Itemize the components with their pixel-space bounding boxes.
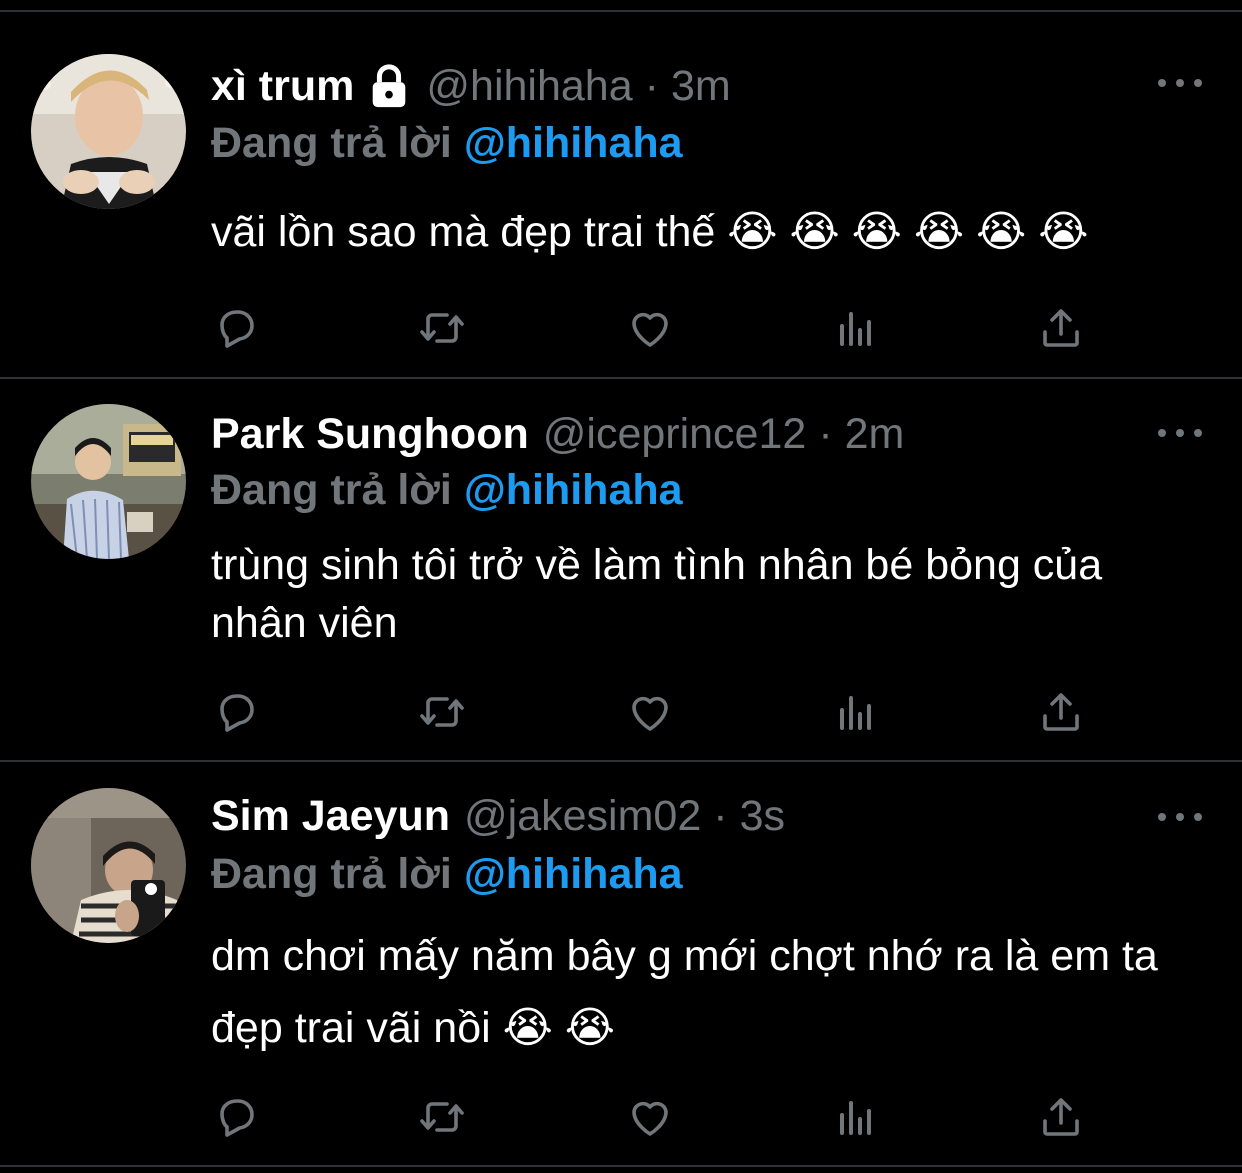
- avatar[interactable]: [31, 404, 186, 559]
- more-button[interactable]: [1158, 68, 1202, 98]
- handle[interactable]: @hihihaha: [426, 62, 632, 111]
- more-icon: [1158, 813, 1166, 821]
- lock-icon: [366, 63, 412, 109]
- reply-mention-link[interactable]: @hihihaha: [464, 119, 683, 168]
- more-icon: [1158, 429, 1166, 437]
- tweet-1[interactable]: xì trum @hihihaha · 3m Đang trả lời @hih…: [0, 0, 1242, 378]
- share-icon: [1043, 693, 1079, 731]
- tweet-text: vãi lồn sao mà đẹp trai thế 😭 😭 😭 😭 😭 😭: [211, 208, 1089, 256]
- analytics-icon: [840, 1101, 871, 1135]
- share-button[interactable]: [1033, 1089, 1089, 1145]
- reply-context: Đang trả lời @hihihaha: [211, 460, 683, 520]
- like-button[interactable]: [622, 300, 678, 356]
- avatar-image: [31, 788, 186, 943]
- heart-icon: [632, 696, 668, 731]
- analytics-icon: [840, 312, 871, 346]
- reply-button[interactable]: [209, 684, 265, 740]
- analytics-button[interactable]: [828, 684, 884, 740]
- share-icon: [1043, 1098, 1079, 1136]
- avatar[interactable]: [31, 788, 186, 943]
- heart-icon: [632, 1101, 668, 1136]
- timestamp[interactable]: 3s: [740, 792, 785, 841]
- analytics-icon: [840, 696, 871, 730]
- tweet-2[interactable]: Park Sunghoon @iceprince12 · 2m Đang trả…: [0, 379, 1242, 761]
- retweet-button[interactable]: [414, 684, 470, 740]
- reply-prefix: Đang trả lời: [211, 849, 452, 898]
- reply-button[interactable]: [209, 300, 265, 356]
- reply-context: Đang trả lời @hihihaha: [211, 113, 683, 173]
- retweet-icon: [420, 697, 464, 727]
- handle[interactable]: @jakesim02: [464, 792, 701, 841]
- tweet-header: Park Sunghoon @iceprince12 · 2m: [211, 404, 904, 464]
- retweet-icon: [420, 1102, 464, 1132]
- like-button[interactable]: [622, 1089, 678, 1145]
- separator: ·: [644, 61, 659, 110]
- more-icon: [1158, 79, 1166, 87]
- retweet-icon: [420, 313, 464, 343]
- reply-button[interactable]: [209, 1089, 265, 1145]
- tweet-text: dm chơi mấy năm bây g mới chợt nhớ ra là…: [211, 932, 1158, 1052]
- avatar-image: [31, 54, 186, 209]
- action-bar: [0, 300, 1242, 356]
- reply-context: Đang trả lời @hihihaha: [211, 844, 683, 904]
- analytics-button[interactable]: [828, 1089, 884, 1145]
- display-name[interactable]: xì trum: [211, 62, 354, 111]
- tweet-3[interactable]: Sim Jaeyun @jakesim02 · 3s Đang trả lời …: [0, 762, 1242, 1167]
- analytics-button[interactable]: [828, 300, 884, 356]
- action-bar: [0, 1089, 1242, 1145]
- reply-prefix: Đang trả lời: [211, 118, 452, 167]
- reply-prefix: Đang trả lời: [211, 465, 452, 514]
- timestamp[interactable]: 3m: [671, 62, 731, 111]
- retweet-button[interactable]: [414, 300, 470, 356]
- share-icon: [1043, 309, 1079, 347]
- tweet-header: xì trum @hihihaha · 3m: [211, 56, 731, 116]
- action-bar: [0, 684, 1242, 740]
- reply-mention-link[interactable]: @hihihaha: [464, 850, 683, 899]
- share-button[interactable]: [1033, 684, 1089, 740]
- avatar[interactable]: [31, 54, 186, 209]
- heart-icon: [632, 312, 668, 347]
- separator: ·: [713, 791, 728, 840]
- separator: ·: [818, 409, 833, 458]
- timestamp[interactable]: 2m: [845, 410, 905, 459]
- reply-feed: xì trum @hihihaha · 3m Đang trả lời @hih…: [0, 0, 1242, 1173]
- more-button[interactable]: [1158, 418, 1202, 448]
- more-button[interactable]: [1158, 802, 1202, 832]
- handle[interactable]: @iceprince12: [543, 410, 807, 459]
- reply-icon: [220, 694, 254, 732]
- display-name[interactable]: Park Sunghoon: [211, 410, 529, 459]
- like-button[interactable]: [622, 684, 678, 740]
- reply-mention-link[interactable]: @hihihaha: [464, 466, 683, 515]
- divider: [0, 1165, 1242, 1167]
- share-button[interactable]: [1033, 300, 1089, 356]
- retweet-button[interactable]: [414, 1089, 470, 1145]
- reply-icon: [220, 310, 254, 348]
- tweet-header: Sim Jaeyun @jakesim02 · 3s: [211, 786, 785, 846]
- reply-icon: [220, 1099, 254, 1137]
- avatar-image: [31, 404, 186, 559]
- tweet-text: trùng sinh tôi trở về làm tình nhân bé b…: [211, 541, 1103, 647]
- display-name[interactable]: Sim Jaeyun: [211, 792, 450, 841]
